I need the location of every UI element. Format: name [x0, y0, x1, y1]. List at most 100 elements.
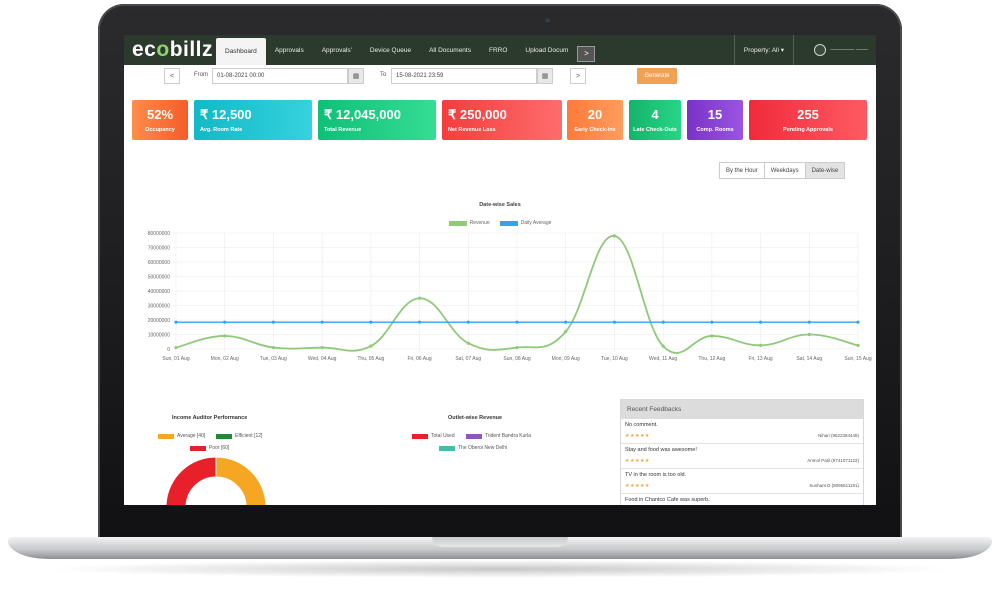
kpi-card-5[interactable]: 4 Late Check-Outs	[629, 100, 681, 140]
kpi-label: Comp. Rooms	[696, 126, 734, 133]
y-tick-label: 20000000	[148, 318, 170, 324]
auditor-legend-item-0[interactable]: Average [40]	[158, 433, 205, 439]
nav-more-button[interactable]: >	[577, 45, 596, 62]
laptop-notch	[432, 537, 568, 547]
kpi-cards: 52% Occupancy ₹ 12,500 Avg. Room Rate ₹ 12,0…	[132, 100, 868, 140]
feedback-text: No comment.	[625, 422, 658, 428]
outlet-legend-item-0[interactable]: Total Used	[412, 433, 455, 439]
legend-swatch	[466, 433, 482, 439]
to-date-input[interactable]: 15-08-2021 23:59	[391, 68, 537, 84]
auditor-legend-item-2[interactable]: Poor [60]	[190, 445, 229, 451]
feedback-item[interactable]: TV in the room is too old. ★★★★★ Sushant D…	[621, 469, 863, 494]
x-tick-label: Sat, 14 Aug	[796, 356, 822, 362]
kpi-card-3[interactable]: ₹ 250,000 Net Revenue Loss	[442, 100, 562, 140]
kpi-card-0[interactable]: 52% Occupancy	[132, 100, 188, 140]
nav-tab-3[interactable]: Device Queue	[361, 35, 420, 65]
data-point-1	[320, 320, 324, 324]
user-menu[interactable]: ———— ——	[814, 35, 868, 65]
star-rating-icon: ★★★★★	[625, 458, 650, 464]
kpi-card-6[interactable]: 15 Comp. Rooms	[687, 100, 743, 140]
legend-label: Trident Bandra Kurla	[485, 433, 531, 439]
data-point-1	[417, 320, 422, 324]
nav-tab-0[interactable]: Dashboard	[216, 38, 266, 65]
y-tick-label: 10000000	[148, 332, 170, 338]
nav-tab-4[interactable]: All Documents	[420, 35, 480, 65]
data-point-0	[710, 334, 714, 338]
data-point-1	[710, 320, 714, 324]
data-point-1	[856, 320, 860, 324]
prev-period-button[interactable]: <	[164, 68, 180, 84]
to-label: To	[380, 72, 387, 78]
star-rating-icon: ★★★★★	[625, 433, 650, 439]
kpi-label: Late Check-Outs	[633, 126, 677, 133]
kpi-card-1[interactable]: ₹ 12,500 Avg. Room Rate	[194, 100, 312, 140]
kpi-label: Net Revenue Loss	[448, 126, 496, 133]
logo-text-suffix: billz	[169, 38, 214, 61]
feedback-list: No comment. ★★★★★ Nihari (9622384448) Stay …	[621, 419, 863, 505]
feedback-user: Anmol Patil (9741071122)	[807, 458, 859, 463]
legend-label: Average [40]	[177, 433, 206, 439]
ecobillz-logo[interactable]: ec o billz	[124, 35, 216, 65]
data-point-1	[223, 320, 227, 324]
feedback-text: Stay and food was awesome!	[625, 447, 697, 453]
nav-tab-5[interactable]: FRRO	[480, 35, 516, 65]
view-toggle-1[interactable]: Weekdays	[764, 163, 806, 178]
view-toggle-0[interactable]: By the Hour	[720, 163, 765, 178]
legend-label: Efficient [12]	[235, 433, 263, 439]
x-tick-label: Sun, 01 Aug	[162, 356, 189, 362]
laptop-shadow	[40, 560, 960, 578]
y-tick-label: 40000000	[148, 289, 170, 295]
x-tick-label: Sun, 08 Aug	[503, 356, 530, 362]
nav-tabs: Dashboard Approvals Approvals' Device Queue…	[216, 35, 577, 65]
data-point-1	[369, 320, 373, 324]
kpi-card-7[interactable]: 255 Pending Approvals	[749, 100, 867, 140]
data-point-1	[466, 320, 470, 324]
kpi-card-4[interactable]: 20 Early Check-ins	[567, 100, 623, 140]
nav-tab-6[interactable]: Upload Docum	[516, 35, 577, 65]
logo-text-o: o	[156, 38, 170, 61]
dashboard-screen: ec o billz Dashboard Approvals Approvals' Dev…	[124, 35, 876, 505]
x-tick-label: Sat, 07 Aug	[455, 356, 481, 362]
data-point-0	[564, 330, 568, 334]
x-tick-label: Sun, 15 Aug	[844, 356, 871, 362]
kpi-value: ₹ 12,045,000	[324, 106, 401, 122]
logo-text-prefix: ec	[132, 38, 157, 61]
kpi-value: 255	[797, 106, 819, 122]
feedback-item[interactable]: No comment. ★★★★★ Nihari (9622384448)	[621, 419, 863, 444]
nav-tab-1[interactable]: Approvals	[266, 35, 313, 65]
auditor-legend-item-1[interactable]: Efficient [12]	[216, 433, 262, 439]
data-point-1	[515, 320, 519, 324]
x-tick-label: Mon, 02 Aug	[211, 356, 239, 362]
x-tick-label: Thu, 12 Aug	[698, 356, 725, 362]
from-date-input[interactable]: 01-08-2021 00:00	[212, 68, 348, 84]
outlet-legend-item-2[interactable]: The Oberoi New Delhi	[439, 445, 507, 451]
chart-title: Date-wise Sales	[479, 202, 521, 208]
x-tick-label: Mon, 09 Aug	[552, 356, 580, 362]
legend-swatch	[190, 445, 206, 451]
generate-button[interactable]: Generate	[637, 68, 677, 84]
auditor-title: Income Auditor Performance	[172, 415, 248, 421]
property-selector[interactable]: Property: All ▾	[733, 35, 794, 65]
x-tick-label: Wed, 11 Aug	[649, 356, 677, 362]
legend-swatch	[439, 445, 455, 451]
y-tick-label: 70000000	[148, 245, 170, 251]
y-tick-label: 0	[167, 347, 170, 353]
outlet-legend-item-1[interactable]: Trident Bandra Kurla	[466, 433, 531, 439]
y-tick-label: 80000000	[148, 231, 170, 237]
star-rating-icon: ★★★★★	[625, 483, 650, 489]
laptop-frame: ec o billz Dashboard Approvals Approvals' Dev…	[0, 0, 1000, 604]
data-point-1	[807, 320, 811, 324]
data-point-1	[612, 320, 617, 324]
view-toggle-2[interactable]: Date-wise	[805, 163, 845, 178]
from-calendar-icon[interactable]: ▦	[348, 68, 364, 84]
legend-swatch	[216, 433, 232, 439]
to-calendar-icon[interactable]: ▦	[537, 68, 553, 84]
kpi-label: Early Check-ins	[574, 126, 616, 133]
kpi-card-2[interactable]: ₹ 12,045,000 Total Revenue	[318, 100, 436, 140]
feedback-item[interactable]: Food in Chantco Cafe was superb.	[621, 494, 863, 505]
next-period-button[interactable]: >	[570, 68, 586, 84]
x-tick-label: Tue, 03 Aug	[260, 356, 287, 362]
feedback-item[interactable]: Stay and food was awesome! ★★★★★ Anmol Pat…	[621, 444, 863, 469]
data-point-1	[661, 320, 665, 324]
nav-tab-2[interactable]: Approvals'	[313, 35, 361, 65]
